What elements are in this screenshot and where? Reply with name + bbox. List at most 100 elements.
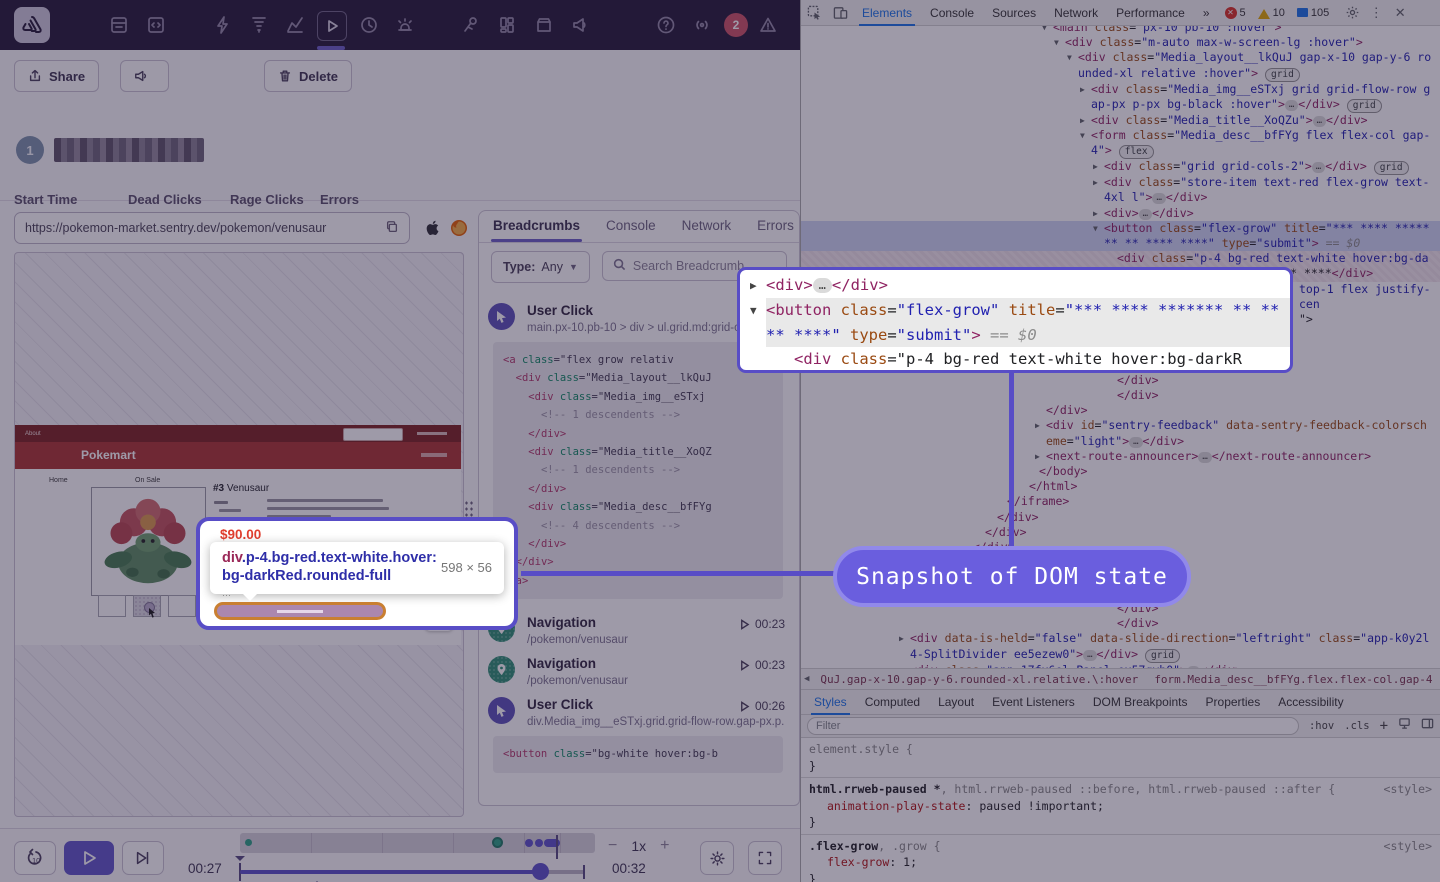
flex-badge[interactable]: flex bbox=[1119, 145, 1154, 159]
styles-tab-styles[interactable]: Styles bbox=[805, 690, 856, 715]
preview-search-box[interactable] bbox=[343, 428, 403, 441]
fullscreen-button[interactable] bbox=[748, 841, 782, 875]
styles-tab-layout[interactable]: Layout bbox=[929, 690, 983, 715]
toggle-classes[interactable]: .cls bbox=[1344, 720, 1369, 732]
styles-tab-properties[interactable]: Properties bbox=[1197, 690, 1270, 715]
computed-styles-icon[interactable] bbox=[1398, 717, 1411, 735]
element-crumb[interactable]: form.Media_desc__bfFYg.flex.flex-col.gap… bbox=[1146, 671, 1440, 688]
css-rule[interactable]: html.rrweb-paused *, html.rrweb-paused :… bbox=[801, 778, 1440, 835]
dom-tree-row[interactable]: ▶<div id="sentry-feedback" data-sentry-f… bbox=[801, 418, 1440, 448]
dom-tree-row[interactable]: ▼<div class="Media_layout__lkQuJ gap-x-1… bbox=[801, 50, 1440, 81]
broadcast-icon[interactable] bbox=[691, 14, 713, 36]
performance-icon[interactable] bbox=[212, 14, 234, 36]
devtools-settings-icon[interactable] bbox=[1343, 4, 1361, 22]
preview-about-link[interactable]: About bbox=[25, 431, 41, 437]
rule-origin[interactable]: <style> bbox=[1384, 838, 1432, 855]
issues-count-badge[interactable]: 105 bbox=[1297, 7, 1329, 19]
discover-icon[interactable] bbox=[460, 14, 482, 36]
breadcrumb-event-navigation[interactable]: Navigation/pokemon/venusaur00:23 bbox=[479, 646, 799, 687]
speed-decrease-button[interactable]: − bbox=[608, 837, 617, 855]
notification-badge[interactable]: 2 bbox=[724, 13, 748, 37]
replays-icon-active[interactable] bbox=[317, 11, 347, 41]
element-crumb[interactable]: QuJ.gap-x-10.gap-y-6.rounded-xl.relative… bbox=[812, 671, 1146, 688]
share-button[interactable]: Share bbox=[14, 60, 99, 92]
tab-errors[interactable]: Errors bbox=[757, 211, 794, 242]
expand-arrow-icon[interactable]: ▶ bbox=[1093, 175, 1104, 190]
breadcrumb-event-user-click[interactable]: User Clickdiv.Media_img__eSTxj.grid.grid… bbox=[479, 687, 799, 772]
crumbs-scroll-left[interactable]: ◀ bbox=[801, 674, 812, 684]
feedback-icon[interactable] bbox=[569, 14, 591, 36]
css-declaration[interactable]: animation-play-state: paused !important; bbox=[809, 798, 1432, 815]
dom-tree-row[interactable]: ▶<div class="Media_title__XoQZu">…</div> bbox=[801, 113, 1440, 128]
copy-url-icon[interactable] bbox=[385, 220, 399, 237]
help-icon[interactable] bbox=[655, 14, 677, 36]
expand-arrow-icon[interactable]: ▶ bbox=[1080, 82, 1091, 97]
expand-arrow-icon[interactable]: ▶ bbox=[1093, 206, 1104, 221]
projects-icon[interactable] bbox=[145, 14, 167, 36]
dom-tree-row[interactable]: ▼<div class="m-auto max-w-screen-lg :hov… bbox=[801, 35, 1440, 50]
dashboards-icon[interactable] bbox=[496, 14, 518, 36]
devtools-tab-network[interactable]: Network bbox=[1045, 0, 1107, 26]
expand-arrow-icon[interactable]: ▼ bbox=[1067, 50, 1078, 65]
devtools-tab-sources[interactable]: Sources bbox=[983, 0, 1045, 26]
rewind-10-button[interactable]: 10 bbox=[14, 841, 56, 875]
css-declaration[interactable]: flex-grow: 1; bbox=[809, 854, 1432, 871]
replay-url-bar[interactable]: https://pokemon-market.sentry.dev/pokemo… bbox=[14, 212, 410, 244]
device-toolbar-icon[interactable] bbox=[831, 4, 849, 22]
player-settings-button[interactable] bbox=[700, 841, 734, 875]
more-tabs-button[interactable]: » bbox=[1194, 0, 1219, 26]
dom-tree-row[interactable]: ▶<div class="grid grid-cols-2">…</div> g… bbox=[801, 159, 1440, 175]
event-timestamp[interactable]: 00:23 bbox=[739, 617, 785, 631]
tab-console[interactable]: Console bbox=[606, 211, 656, 242]
grid-badge[interactable]: grid bbox=[1145, 649, 1180, 663]
devtools-tab-console[interactable]: Console bbox=[921, 0, 983, 26]
dom-tree-row[interactable]: </div> bbox=[801, 616, 1440, 631]
grid-badge[interactable]: grid bbox=[1374, 161, 1409, 175]
dom-tree-row[interactable]: </div> bbox=[801, 510, 1440, 525]
dom-tree-row[interactable]: </html> bbox=[801, 479, 1440, 494]
metrics-icon[interactable] bbox=[284, 14, 306, 36]
devtools-tab-elements[interactable]: Elements bbox=[853, 0, 921, 26]
sidebar-layout-icon[interactable] bbox=[1421, 717, 1434, 735]
dom-tree-row[interactable]: </div> bbox=[801, 525, 1440, 540]
warning-count-badge[interactable]: 10 bbox=[1258, 7, 1285, 19]
dom-tree-row[interactable]: ▼<button class="flex-grow" title="*** **… bbox=[801, 221, 1440, 251]
preview-thumbnail-1[interactable] bbox=[98, 595, 126, 617]
profiling-icon[interactable] bbox=[248, 14, 270, 36]
tab-breadcrumbs[interactable]: Breadcrumbs bbox=[493, 211, 580, 242]
speed-increase-button[interactable]: + bbox=[660, 837, 669, 855]
preview-nav-home[interactable]: Home bbox=[49, 477, 68, 484]
preview-thumbnail-3[interactable] bbox=[168, 595, 196, 617]
give-feedback-button[interactable] bbox=[120, 60, 169, 92]
dom-tree-row[interactable]: ▶<div class="Media_img__eSTxj grid grid-… bbox=[801, 82, 1440, 113]
skip-to-end-button[interactable] bbox=[122, 841, 164, 875]
click-marker[interactable] bbox=[525, 839, 533, 847]
dom-tree-row[interactable]: ▶<div data-is-held="false" data-slide-di… bbox=[801, 631, 1440, 662]
devtools-close-icon[interactable]: ✕ bbox=[1391, 4, 1409, 22]
event-timestamp[interactable]: 00:23 bbox=[739, 658, 785, 672]
sentry-logo[interactable] bbox=[14, 7, 50, 43]
expand-arrow-icon[interactable]: ▶ bbox=[1080, 113, 1091, 128]
grid-badge[interactable]: grid bbox=[1265, 68, 1300, 82]
devtools-tab-performance[interactable]: Performance bbox=[1107, 0, 1194, 26]
tab-network[interactable]: Network bbox=[682, 211, 732, 242]
expand-arrow-icon[interactable]: ▶ bbox=[1093, 159, 1104, 174]
inspect-element-icon[interactable] bbox=[805, 4, 823, 22]
css-rule[interactable]: .flex-grow, .grow {flex-grow: 1;}<style> bbox=[801, 835, 1440, 882]
releases-icon[interactable] bbox=[533, 14, 555, 36]
dom-tree-row[interactable]: ▶<div class="store-item text-red flex-gr… bbox=[801, 175, 1440, 205]
dom-tree-row[interactable]: </div> bbox=[801, 388, 1440, 403]
warning-icon[interactable] bbox=[757, 14, 779, 36]
css-rule[interactable]: element.style {} bbox=[801, 738, 1440, 778]
click-marker[interactable] bbox=[535, 839, 543, 847]
dom-tree-row[interactable]: ▶<next-route-announcer>…</next-route-ann… bbox=[801, 449, 1440, 464]
toggle-hover-state[interactable]: :hov bbox=[1309, 720, 1334, 732]
dom-tree-row[interactable]: ▶<div>…</div> bbox=[801, 206, 1440, 221]
rule-origin[interactable]: <style> bbox=[1384, 781, 1432, 798]
devtools-menu-icon[interactable]: ⋮ bbox=[1367, 4, 1385, 22]
delete-button[interactable]: Delete bbox=[264, 60, 352, 92]
dom-tree-row[interactable]: </body> bbox=[801, 464, 1440, 479]
event-timestamp[interactable]: 00:26 bbox=[739, 699, 785, 713]
preview-nav-onsale[interactable]: On Sale bbox=[135, 477, 160, 484]
highlighted-buy-button[interactable] bbox=[214, 602, 386, 620]
